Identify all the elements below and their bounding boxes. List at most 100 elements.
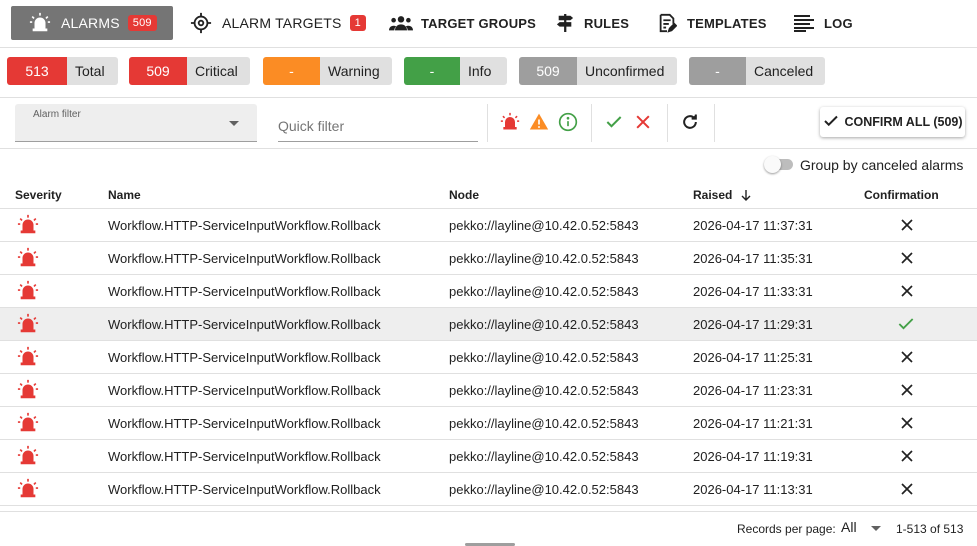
- records-per-page-label: Records per page:: [737, 522, 836, 536]
- critical-siren-icon: [17, 374, 39, 406]
- column-header-node[interactable]: Node: [449, 188, 479, 202]
- summary-critical-chip[interactable]: 509 Critical: [129, 57, 250, 85]
- confirmed-filter-check-icon[interactable]: [604, 112, 624, 132]
- people-icon: [389, 14, 413, 32]
- alarm-name-cell: Workflow.HTTP-ServiceInputWorkflow.Rollb…: [108, 217, 381, 233]
- list-lines-icon: [794, 14, 814, 32]
- top-navigation: ALARMS 509 ALARM TARGETS 1 TARGET GROUPS…: [0, 0, 977, 48]
- summary-info-chip[interactable]: - Info: [404, 57, 507, 85]
- unconfirmed-close-icon[interactable]: [900, 440, 914, 472]
- alarm-raised-cell: 2026-04-17 11:13:31: [693, 481, 813, 497]
- group-by-canceled-toggle[interactable]: [764, 155, 794, 173]
- table-row[interactable]: Workflow.HTTP-ServiceInputWorkflow.Rollb…: [0, 209, 977, 242]
- chevron-down-icon: [871, 526, 881, 531]
- alarm-raised-cell: 2026-04-17 11:21:31: [693, 415, 813, 431]
- alarm-name-cell: Workflow.HTTP-ServiceInputWorkflow.Rollb…: [108, 481, 381, 497]
- alarm-filter-select[interactable]: Alarm filter: [15, 104, 257, 142]
- tab-alarm-targets[interactable]: ALARM TARGETS 1: [190, 6, 366, 40]
- check-icon: [822, 112, 844, 133]
- toolbar-separator: [667, 104, 668, 142]
- toolbar-separator: [714, 104, 715, 142]
- summary-info-count: -: [404, 57, 460, 85]
- pagination-range: 1-513 of 513: [896, 522, 964, 536]
- unconfirmed-close-icon[interactable]: [900, 473, 914, 505]
- tab-rules[interactable]: RULES: [556, 6, 629, 40]
- alarms-count-badge: 509: [127, 15, 157, 31]
- alarm-targets-count-badge: 1: [349, 15, 366, 31]
- group-by-canceled-label: Group by canceled alarms: [800, 157, 964, 173]
- unconfirmed-close-icon[interactable]: [900, 341, 914, 373]
- alarm-raised-cell: 2026-04-17 11:23:31: [693, 382, 813, 398]
- summary-critical-count: 509: [129, 57, 187, 85]
- critical-siren-icon: [17, 308, 39, 340]
- tab-alarms[interactable]: ALARMS 509: [11, 6, 173, 40]
- column-header-raised[interactable]: Raised: [693, 188, 752, 204]
- refresh-icon[interactable]: [680, 112, 700, 132]
- critical-siren-icon: [17, 440, 39, 472]
- tab-target-groups-label: TARGET GROUPS: [421, 15, 537, 31]
- tab-alarm-targets-label: ALARM TARGETS: [222, 15, 342, 31]
- alarm-node-cell: pekko://layline@10.42.0.52:5843: [449, 250, 639, 266]
- critical-siren-icon: [17, 341, 39, 373]
- unconfirmed-close-icon[interactable]: [900, 407, 914, 439]
- summary-canceled-chip[interactable]: - Canceled: [689, 57, 825, 85]
- table-row[interactable]: Workflow.HTTP-ServiceInputWorkflow.Rollb…: [0, 341, 977, 374]
- alarm-name-cell: Workflow.HTTP-ServiceInputWorkflow.Rollb…: [108, 382, 381, 398]
- table-row[interactable]: Workflow.HTTP-ServiceInputWorkflow.Rollb…: [0, 473, 977, 506]
- summary-warning-chip[interactable]: - Warning: [263, 57, 392, 85]
- unconfirmed-close-icon[interactable]: [900, 374, 914, 406]
- toolbar-separator: [487, 104, 488, 142]
- summary-info-label: Info: [460, 57, 507, 85]
- confirm-all-label: CONFIRM ALL (509): [844, 115, 963, 129]
- alarm-filter-label: Alarm filter: [33, 109, 81, 120]
- unconfirmed-filter-close-icon[interactable]: [633, 112, 653, 132]
- siren-icon: [29, 12, 51, 34]
- column-header-confirmation[interactable]: Confirmation: [864, 188, 939, 202]
- summary-unconfirmed-count: 509: [519, 57, 577, 85]
- unconfirmed-close-icon[interactable]: [900, 209, 914, 241]
- tab-target-groups[interactable]: TARGET GROUPS: [389, 6, 536, 40]
- summary-unconfirmed-label: Unconfirmed: [577, 57, 677, 85]
- column-header-severity[interactable]: Severity: [15, 188, 62, 202]
- alarm-node-cell: pekko://layline@10.42.0.52:5843: [449, 316, 639, 332]
- tab-templates[interactable]: TEMPLATES: [657, 6, 767, 40]
- table-row[interactable]: Workflow.HTTP-ServiceInputWorkflow.Rollb…: [0, 440, 977, 473]
- quick-filter-input[interactable]: [278, 110, 478, 142]
- alarm-node-cell: pekko://layline@10.42.0.52:5843: [449, 283, 639, 299]
- unconfirmed-close-icon[interactable]: [900, 242, 914, 274]
- alarm-node-cell: pekko://layline@10.42.0.52:5843: [449, 217, 639, 233]
- critical-filter-siren-icon[interactable]: [500, 112, 520, 132]
- critical-siren-icon: [17, 407, 39, 439]
- tab-templates-label: TEMPLATES: [687, 15, 767, 31]
- confirm-all-button[interactable]: CONFIRM ALL (509): [820, 107, 965, 137]
- unconfirmed-close-icon[interactable]: [900, 275, 914, 307]
- summary-warning-count: -: [263, 57, 320, 85]
- alarm-raised-cell: 2026-04-17 11:19:31: [693, 448, 813, 464]
- tab-log[interactable]: LOG: [794, 6, 853, 40]
- table-row[interactable]: Workflow.HTTP-ServiceInputWorkflow.Rollb…: [0, 308, 977, 341]
- tab-rules-label: RULES: [584, 15, 630, 31]
- confirmed-check-icon[interactable]: [896, 308, 916, 340]
- table-row[interactable]: Workflow.HTTP-ServiceInputWorkflow.Rollb…: [0, 374, 977, 407]
- table-row[interactable]: Workflow.HTTP-ServiceInputWorkflow.Rollb…: [0, 242, 977, 275]
- critical-siren-icon: [17, 209, 39, 241]
- alarm-name-cell: Workflow.HTTP-ServiceInputWorkflow.Rollb…: [108, 316, 381, 332]
- summary-unconfirmed-chip[interactable]: 509 Unconfirmed: [519, 57, 677, 85]
- summary-canceled-label: Canceled: [746, 57, 825, 85]
- summary-canceled-count: -: [689, 57, 746, 85]
- critical-siren-icon: [17, 275, 39, 307]
- table-row[interactable]: Workflow.HTTP-ServiceInputWorkflow.Rollb…: [0, 407, 977, 440]
- critical-siren-icon: [17, 473, 39, 505]
- info-filter-icon[interactable]: [558, 112, 578, 132]
- sort-arrow-down-icon: [740, 189, 752, 204]
- alarm-raised-cell: 2026-04-17 11:25:31: [693, 349, 813, 365]
- footer-divider: [0, 511, 977, 512]
- toolbar-divider: [0, 148, 977, 149]
- column-header-name[interactable]: Name: [108, 188, 141, 202]
- alarm-name-cell: Workflow.HTTP-ServiceInputWorkflow.Rollb…: [108, 415, 381, 431]
- summary-total-chip[interactable]: 513 Total: [7, 57, 118, 85]
- warning-filter-icon[interactable]: [529, 112, 549, 132]
- edit-document-icon: [657, 13, 677, 33]
- records-per-page-select[interactable]: All: [841, 519, 885, 539]
- table-row[interactable]: Workflow.HTTP-ServiceInputWorkflow.Rollb…: [0, 275, 977, 308]
